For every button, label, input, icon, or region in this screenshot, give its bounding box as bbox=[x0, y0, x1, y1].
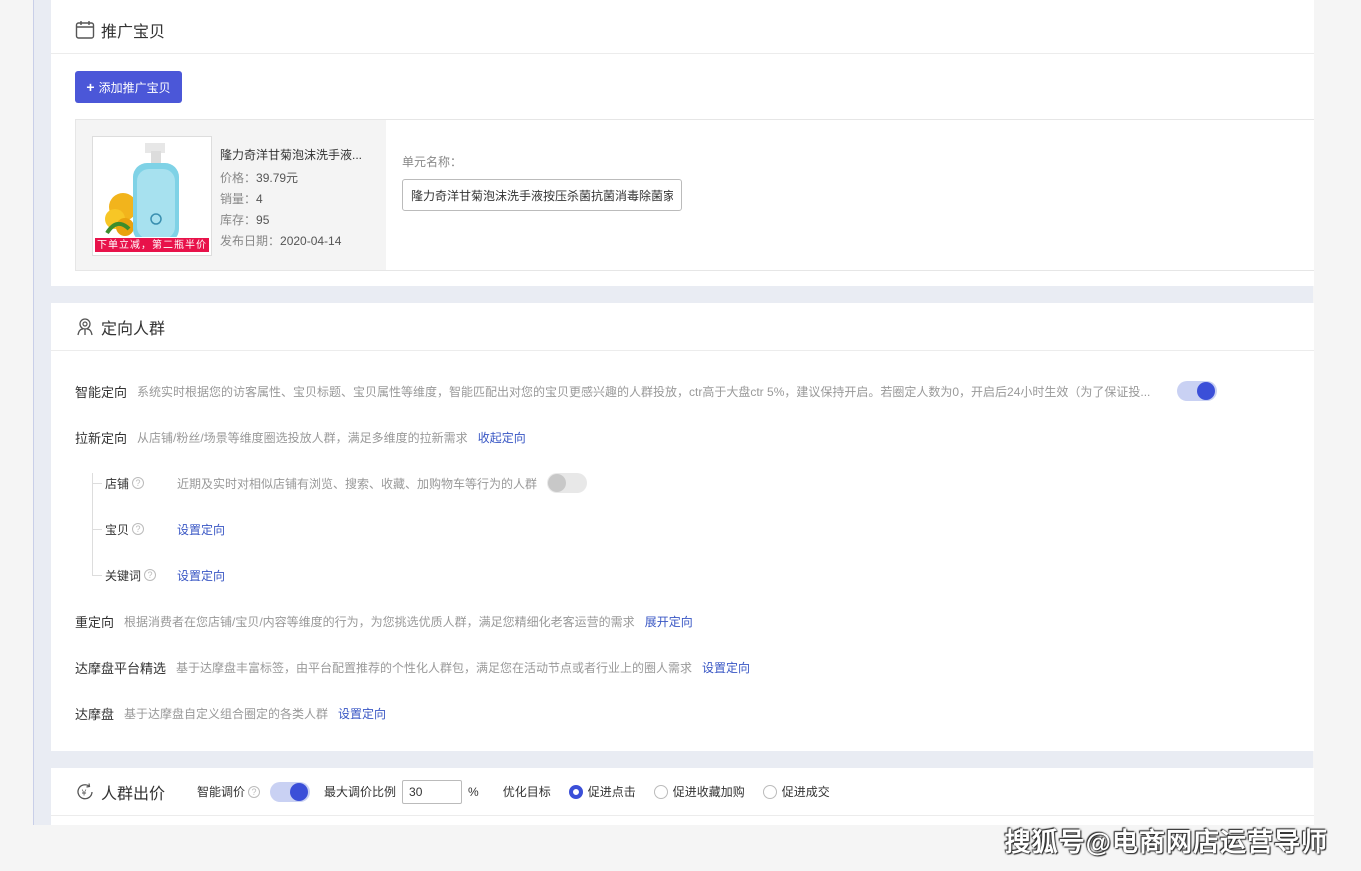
expand-targeting-link[interactable]: 展开定向 bbox=[645, 613, 693, 630]
new-targeting-row: 拉新定向 从店铺/粉丝/场景等维度圈选投放人群，满足多维度的拉新需求 收起定向 bbox=[75, 426, 526, 448]
percent-label: % bbox=[468, 784, 479, 799]
dmp-select-desc: 基于达摩盘丰富标签，由平台配置推荐的个性化人群包，满足您在活动节点或者行业上的圈… bbox=[176, 660, 693, 675]
help-icon[interactable]: ? bbox=[248, 785, 261, 798]
smart-targeting-row: 智能定向 系统实时根据您的访客属性、宝贝标题、宝贝属性等维度，智能匹配出对您的宝… bbox=[75, 380, 1235, 402]
retargeting-desc: 根据消费者在您店铺/宝贝/内容等维度的行为，为您挑选优质人群，满足您精细化老客运… bbox=[124, 614, 635, 629]
item-stock: 库存：95 bbox=[220, 213, 270, 227]
unit-name-input[interactable] bbox=[402, 179, 682, 211]
yen-cycle-icon: ¥ bbox=[75, 782, 95, 802]
collapse-targeting-link[interactable]: 收起定向 bbox=[478, 429, 526, 446]
dmp-label: 达摩盘 bbox=[75, 706, 115, 722]
tree-branch bbox=[92, 483, 102, 484]
audience-icon bbox=[75, 317, 95, 337]
goal-deal-radio[interactable]: 促进成交 bbox=[762, 783, 830, 800]
promo-title: 推广宝贝 bbox=[101, 24, 166, 41]
tree-branch bbox=[92, 575, 102, 576]
retargeting-label: 重定向 bbox=[75, 614, 115, 630]
item-name[interactable]: 隆力奇洋甘菊泡沫洗手液... bbox=[220, 146, 368, 163]
promo-banner: 下单立减，第二瓶半价 bbox=[94, 237, 210, 253]
tree-line bbox=[92, 473, 93, 575]
goal-favorite-radio[interactable]: 促进收藏加购 bbox=[653, 783, 745, 800]
promo-header: 推广宝贝 bbox=[51, 0, 1314, 54]
targeting-header: 定向人群 bbox=[51, 303, 1314, 351]
smart-bid-label: 智能调价 bbox=[197, 785, 246, 799]
product-thumbnail[interactable]: 下单立减，第二瓶半价 bbox=[92, 136, 212, 256]
bid-title: 人群出价 bbox=[101, 785, 166, 803]
targeting-title: 定向人群 bbox=[101, 320, 166, 338]
shop-label: 店铺 bbox=[105, 476, 130, 491]
item-info: 隆力奇洋甘菊泡沫洗手液... 价格：39.79元 销量：4 库存：95 发布日期… bbox=[220, 146, 370, 252]
item-sales: 销量：4 bbox=[220, 192, 263, 206]
max-ratio-input[interactable] bbox=[402, 779, 463, 804]
unit-name-label: 单元名称： bbox=[402, 155, 463, 169]
watermark: 搜狐号@电商网店运营导师 bbox=[1004, 827, 1328, 857]
bid-header: ¥ 人群出价 智能调价 ? 最大调价比例 % 优化目标 促进点击 促进收藏加购 … bbox=[51, 768, 1314, 816]
retargeting-row: 重定向 根据消费者在您店铺/宝贝/内容等维度的行为，为您挑选优质人群，满足您精细… bbox=[75, 610, 693, 632]
shop-targeting-row: 店铺? 近期及实时对相似店铺有浏览、搜索、收藏、加购物车等行为的人群 bbox=[105, 472, 588, 494]
smart-targeting-label: 智能定向 bbox=[75, 384, 128, 400]
dmp-desc: 基于达摩盘自定义组合圈定的各类人群 bbox=[124, 706, 329, 721]
plus-icon: + bbox=[86, 79, 95, 95]
keyword-label: 关键词 bbox=[105, 568, 142, 583]
help-icon[interactable]: ? bbox=[132, 523, 145, 535]
tree-branch bbox=[92, 529, 102, 530]
item-date: 发布日期：2020-04-14 bbox=[220, 234, 342, 248]
svg-text:¥: ¥ bbox=[82, 788, 87, 797]
smart-targeting-desc: 系统实时根据您的访客属性、宝贝标题、宝贝属性等维度，智能匹配出对您的宝贝更感兴趣… bbox=[137, 384, 1151, 399]
item-set-targeting-link[interactable]: 设置定向 bbox=[177, 521, 225, 538]
keyword-set-targeting-link[interactable]: 设置定向 bbox=[177, 567, 225, 584]
dmp-select-label: 达摩盘平台精选 bbox=[75, 660, 167, 676]
item-label: 宝贝 bbox=[105, 522, 130, 537]
goal-click-radio[interactable]: 促进点击 bbox=[568, 783, 636, 800]
smart-targeting-toggle[interactable] bbox=[1177, 381, 1218, 401]
main-frame: 推广宝贝 + 添加推广宝贝 下单立减，第二瓶半价 隆力奇洋甘菊泡沫洗手液... … bbox=[33, 0, 1314, 825]
dmp-row: 达摩盘 基于达摩盘自定义组合圈定的各类人群 设置定向 bbox=[75, 702, 386, 724]
smart-bid-toggle[interactable] bbox=[270, 781, 311, 802]
help-icon[interactable]: ? bbox=[144, 569, 157, 581]
max-ratio-label: 最大调价比例 bbox=[324, 785, 397, 799]
keyword-targeting-row: 关键词? 设置定向 bbox=[105, 564, 225, 586]
dmp-select-set-link[interactable]: 设置定向 bbox=[702, 659, 750, 676]
calendar-icon bbox=[75, 20, 95, 40]
promo-item-row: 下单立减，第二瓶半价 隆力奇洋甘菊泡沫洗手液... 价格：39.79元 销量：4… bbox=[75, 119, 1314, 271]
item-targeting-row: 宝贝? 设置定向 bbox=[105, 518, 225, 540]
new-targeting-desc: 从店铺/粉丝/场景等维度圈选投放人群，满足多维度的拉新需求 bbox=[137, 430, 468, 445]
dmp-set-link[interactable]: 设置定向 bbox=[338, 705, 386, 722]
item-price: 价格：39.79元 bbox=[220, 171, 299, 185]
bid-card: ¥ 人群出价 智能调价 ? 最大调价比例 % 优化目标 促进点击 促进收藏加购 … bbox=[51, 768, 1314, 825]
shop-desc: 近期及实时对相似店铺有浏览、搜索、收藏、加购物车等行为的人群 bbox=[177, 476, 538, 491]
promo-card: 推广宝贝 + 添加推广宝贝 下单立减，第二瓶半价 隆力奇洋甘菊泡沫洗手液... … bbox=[51, 0, 1314, 286]
shop-targeting-toggle[interactable] bbox=[547, 473, 588, 493]
bid-controls: 智能调价 ? 最大调价比例 % 优化目标 促进点击 促进收藏加购 促进成交 bbox=[197, 779, 830, 804]
item-summary: 下单立减，第二瓶半价 隆力奇洋甘菊泡沫洗手液... 价格：39.79元 销量：4… bbox=[76, 120, 386, 270]
help-icon[interactable]: ? bbox=[132, 477, 145, 489]
dmp-select-row: 达摩盘平台精选 基于达摩盘丰富标签，由平台配置推荐的个性化人群包，满足您在活动节… bbox=[75, 656, 750, 678]
goal-label: 优化目标 bbox=[502, 785, 551, 799]
add-promo-item-button[interactable]: + 添加推广宝贝 bbox=[75, 71, 182, 103]
new-targeting-label: 拉新定向 bbox=[75, 430, 128, 446]
targeting-card: 定向人群 智能定向 系统实时根据您的访客属性、宝贝标题、宝贝属性等维度，智能匹配… bbox=[51, 303, 1314, 751]
